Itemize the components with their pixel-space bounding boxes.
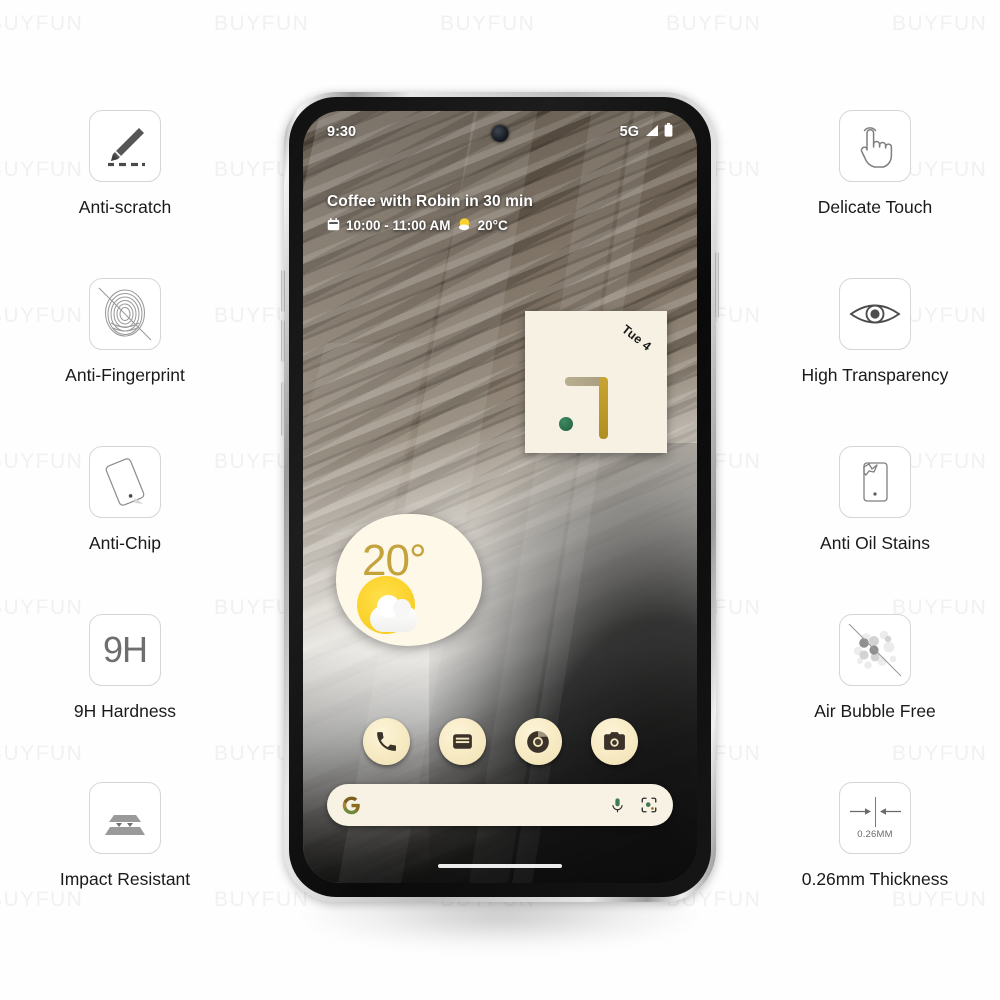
glance-time-range: 10:00 - 11:00 AM xyxy=(346,218,451,233)
glance-details-row: 10:00 - 11:00 AM 20°C xyxy=(327,217,677,234)
power-button[interactable] xyxy=(281,382,285,436)
feature-delicate-touch[interactable]: Delicate Touch xyxy=(750,110,1000,218)
feature-label: 9H Hardness xyxy=(73,701,177,721)
wallpaper-bottom-shade xyxy=(303,651,697,883)
oil-stain-phone-icon xyxy=(839,446,911,518)
feature-label: Anti-Fingerprint xyxy=(65,365,185,385)
feature-label: Delicate Touch xyxy=(817,197,933,217)
feature-anti-chip[interactable]: Anti-Chip xyxy=(0,446,250,554)
volume-down-button[interactable] xyxy=(281,320,285,362)
bubbles-icon xyxy=(839,614,911,686)
feature-label: Impact Resistant xyxy=(59,869,191,889)
fingerprint-icon xyxy=(89,278,161,350)
feature-impact-resistant[interactable]: Impact Resistant xyxy=(0,782,250,890)
phone-bezel: 9:30 5G Coffee with Robin in 30 min 10:0… xyxy=(289,97,711,897)
phone-app-icon[interactable] xyxy=(362,718,410,765)
feature-thickness[interactable]: 0.26MM 0.26mm Thickness xyxy=(750,782,1000,890)
feature-air-bubble-free[interactable]: Air Bubble Free xyxy=(750,614,1000,722)
watermark-text: BUYFUN xyxy=(666,12,762,35)
status-network-label: 5G xyxy=(619,124,639,140)
impact-layers-icon xyxy=(89,782,161,854)
right-feature-column: Delicate Touch High Transparency Anti Oi… xyxy=(750,0,1000,1000)
phone-mockup: 9:30 5G Coffee with Robin in 30 min 10:0… xyxy=(281,92,719,902)
home-gesture-bar[interactable] xyxy=(438,864,562,868)
clock-widget[interactable]: Tue 4 xyxy=(525,311,667,453)
messages-app-icon[interactable] xyxy=(438,718,486,765)
arrow-right-icon xyxy=(849,808,871,815)
phone-tilt-icon xyxy=(89,446,161,518)
arrow-left-icon xyxy=(879,808,901,815)
weather-widget[interactable]: 20° xyxy=(336,514,482,646)
app-dock xyxy=(303,718,697,765)
camera-app-icon[interactable] xyxy=(590,718,638,765)
hardness-value: 9H xyxy=(102,629,148,670)
glance-event-title: Coffee with Robin in 30 min xyxy=(327,193,533,210)
feature-anti-oil-stains[interactable]: Anti Oil Stains xyxy=(750,446,1000,554)
google-g-icon xyxy=(342,796,361,815)
feature-label: 0.26mm Thickness xyxy=(801,869,949,889)
feature-high-transparency[interactable]: High Transparency xyxy=(750,278,1000,386)
battery-icon xyxy=(664,123,673,141)
google-search-bar[interactable] xyxy=(327,784,673,826)
status-time: 9:30 xyxy=(327,124,357,140)
thickness-value: 0.26MM xyxy=(857,828,893,840)
touch-hand-icon xyxy=(839,110,911,182)
feature-label: Air Bubble Free xyxy=(814,701,936,721)
watermark-text: BUYFUN xyxy=(440,12,536,35)
front-camera-punch-hole xyxy=(491,125,509,142)
thickness-center-line xyxy=(874,796,876,827)
google-lens-icon[interactable] xyxy=(640,796,658,814)
eye-icon xyxy=(839,278,911,350)
feature-label: Anti-Chip xyxy=(89,533,161,553)
at-a-glance-widget[interactable]: Coffee with Robin in 30 min 10:00 - 11:0… xyxy=(327,193,677,234)
feature-label: High Transparency xyxy=(801,365,949,385)
microphone-icon[interactable] xyxy=(609,797,626,814)
cloud-icon xyxy=(370,595,418,632)
side-button-right[interactable] xyxy=(715,252,719,318)
feature-anti-fingerprint[interactable]: Anti-Fingerprint xyxy=(0,278,250,386)
volume-up-button[interactable] xyxy=(281,270,285,312)
thickness-icon: 0.26MM xyxy=(839,782,911,854)
feature-label: Anti Oil Stains xyxy=(820,533,930,553)
chrome-app-icon[interactable] xyxy=(514,718,562,765)
feature-9h-hardness[interactable]: 9H 9H Hardness xyxy=(0,614,250,722)
hardness-9h-icon: 9H xyxy=(89,614,161,686)
calendar-icon xyxy=(327,217,340,234)
signal-bars-icon xyxy=(644,124,659,141)
left-feature-column: Anti-scratch Anti-Fingerprint Anti-Chip … xyxy=(0,0,250,1000)
glance-temperature: 20°C xyxy=(477,218,508,233)
clock-green-dot-icon xyxy=(559,417,573,431)
feature-anti-scratch[interactable]: Anti-scratch xyxy=(0,110,250,218)
phone-screen: 9:30 5G Coffee with Robin in 30 min 10:0… xyxy=(303,111,697,883)
pencil-scratch-icon xyxy=(89,110,161,182)
sun-cloud-icon xyxy=(457,217,472,234)
feature-label: Anti-scratch xyxy=(78,197,172,217)
clock-minute-hand xyxy=(599,377,608,439)
